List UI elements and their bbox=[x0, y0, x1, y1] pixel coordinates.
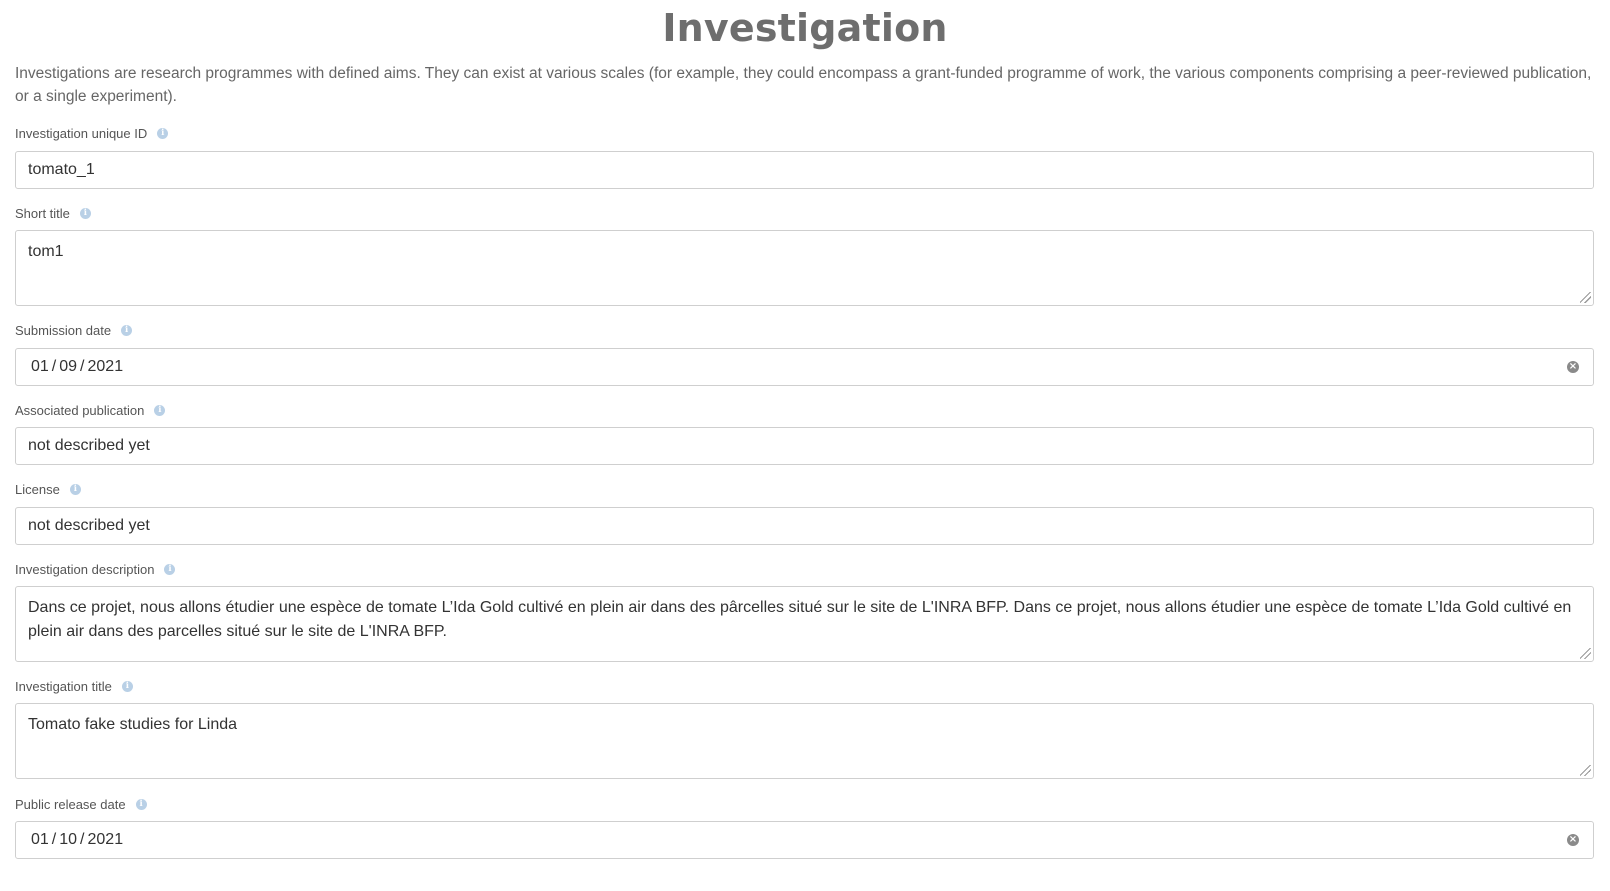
description-label: Investigation description i bbox=[15, 562, 176, 577]
short-title-value: tom1 bbox=[28, 243, 64, 260]
info-icon[interactable]: i bbox=[157, 128, 169, 139]
public-release-date-month[interactable]: 10 bbox=[59, 831, 77, 849]
info-icon[interactable]: i bbox=[121, 325, 133, 336]
submission-date-year[interactable]: 2021 bbox=[88, 358, 124, 376]
info-icon[interactable]: i bbox=[135, 799, 147, 810]
investigation-form-page: Investigation Investigations are researc… bbox=[0, 0, 1610, 891]
clear-icon[interactable]: × bbox=[1567, 834, 1579, 846]
info-icon[interactable]: i bbox=[69, 484, 81, 495]
public-release-date-label-text: Public release date bbox=[15, 797, 126, 812]
unique-id-input[interactable]: tomato_1 bbox=[15, 151, 1594, 189]
page-intro: Investigations are research programmes w… bbox=[15, 65, 1592, 105]
resize-grip-icon[interactable] bbox=[1580, 648, 1591, 659]
date-separator: / bbox=[80, 831, 85, 848]
unique-id-value: tomato_1 bbox=[28, 161, 95, 178]
info-icon[interactable]: i bbox=[79, 208, 91, 219]
investigation-title-textarea[interactable]: Tomato fake studies for Linda bbox=[15, 703, 1594, 779]
submission-date-input[interactable]: 01 / 09 / 2021 × bbox=[15, 348, 1594, 386]
associated-publication-label-text: Associated publication bbox=[15, 403, 145, 418]
public-release-date-input[interactable]: 01 / 10 / 2021 × bbox=[15, 821, 1594, 859]
page-title: Investigation bbox=[662, 6, 948, 50]
date-separator: / bbox=[51, 358, 57, 375]
associated-publication-label: Associated publication i bbox=[15, 403, 166, 418]
investigation-title-label: Investigation title i bbox=[15, 679, 133, 694]
clear-icon[interactable]: × bbox=[1567, 361, 1579, 373]
associated-publication-input[interactable]: not described yet bbox=[15, 427, 1594, 465]
associated-publication-value: not described yet bbox=[28, 437, 150, 454]
description-textarea[interactable]: Dans ce projet, nous allons étudier une … bbox=[15, 586, 1594, 662]
description-value: Dans ce projet, nous allons étudier une … bbox=[28, 599, 1572, 640]
submission-date-day[interactable]: 01 bbox=[31, 358, 49, 376]
public-release-date-label: Public release date i bbox=[15, 797, 147, 812]
short-title-label: Short title i bbox=[15, 206, 91, 221]
unique-id-label: Investigation unique ID i bbox=[15, 126, 169, 141]
info-icon[interactable]: i bbox=[164, 564, 176, 575]
submission-date-label: Submission date i bbox=[15, 323, 133, 338]
investigation-title-label-text: Investigation title bbox=[15, 679, 112, 694]
submission-date-month[interactable]: 09 bbox=[59, 358, 77, 376]
license-label-text: License bbox=[15, 482, 60, 497]
public-release-date-year[interactable]: 2021 bbox=[88, 831, 124, 849]
info-icon[interactable]: i bbox=[154, 405, 166, 416]
date-separator: / bbox=[80, 358, 85, 375]
investigation-title-value: Tomato fake studies for Linda bbox=[28, 716, 238, 733]
license-input[interactable]: not described yet bbox=[15, 507, 1594, 545]
submission-date-label-text: Submission date bbox=[15, 323, 112, 338]
license-value: not described yet bbox=[28, 517, 150, 534]
info-icon[interactable]: i bbox=[121, 681, 133, 692]
unique-id-label-text: Investigation unique ID bbox=[15, 126, 148, 141]
license-label: License i bbox=[15, 482, 81, 497]
public-release-date-day[interactable]: 01 bbox=[31, 831, 49, 849]
description-label-text: Investigation description bbox=[15, 562, 155, 577]
short-title-textarea[interactable]: tom1 bbox=[15, 230, 1594, 306]
short-title-label-text: Short title bbox=[15, 206, 70, 221]
resize-grip-icon[interactable] bbox=[1580, 292, 1591, 303]
date-separator: / bbox=[51, 831, 57, 848]
resize-grip-icon[interactable] bbox=[1580, 765, 1591, 776]
